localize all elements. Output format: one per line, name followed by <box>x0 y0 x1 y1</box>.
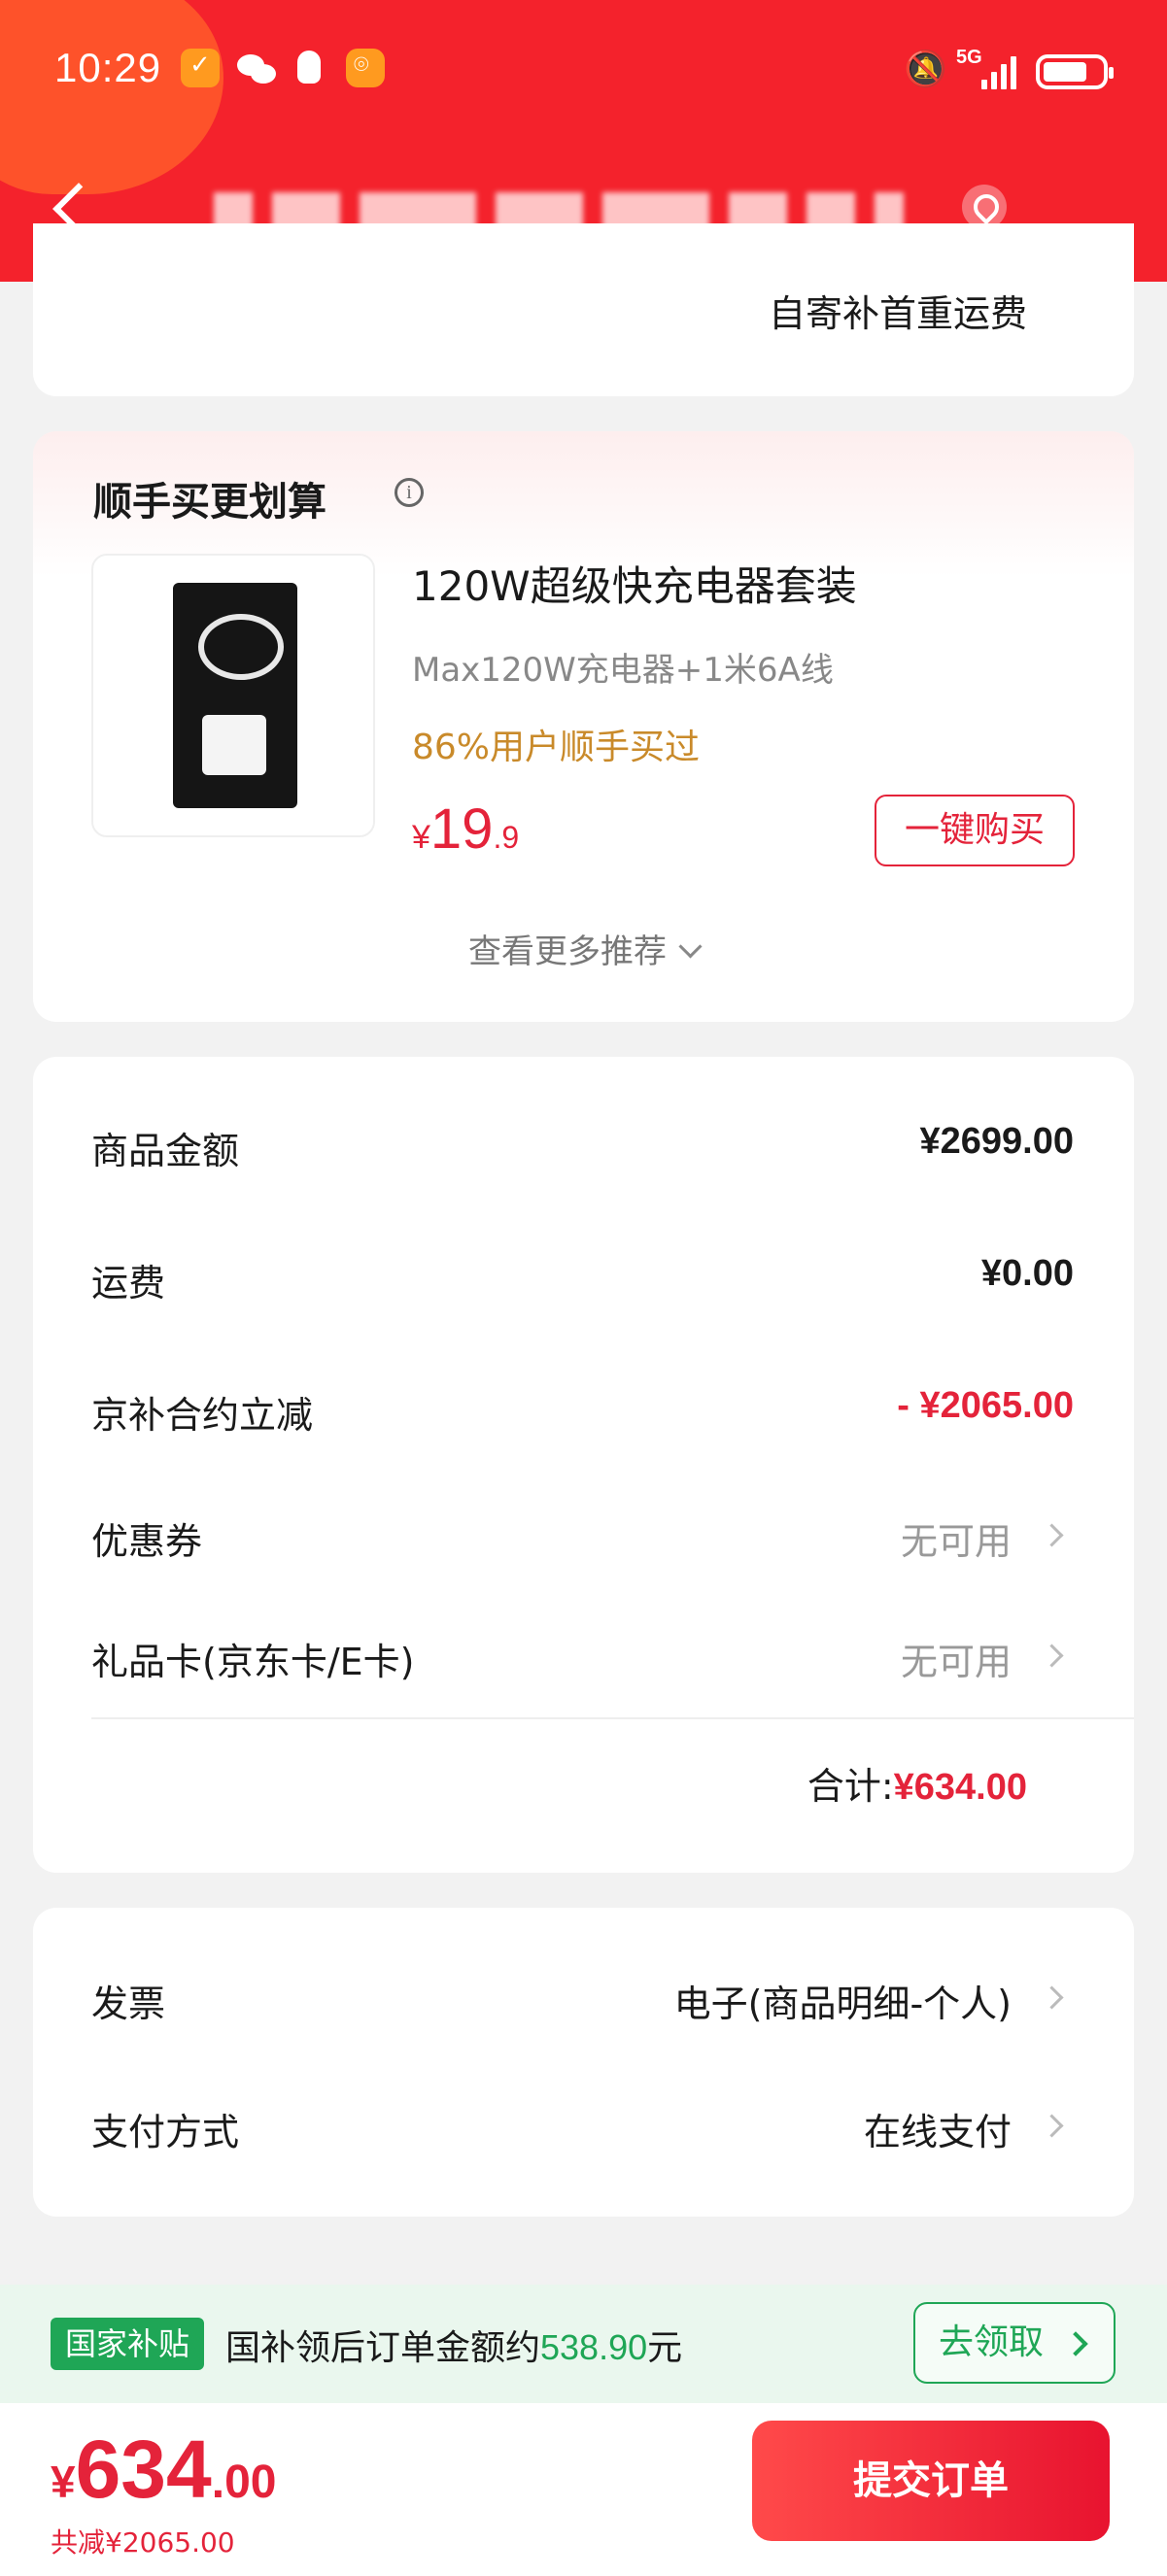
see-more-button[interactable]: 查看更多推荐 <box>33 925 1134 972</box>
subsidy-badge: 国家补贴 <box>51 2318 204 2370</box>
subsidy-text: 国补领后订单金额约538.90元 <box>225 2327 683 2368</box>
signal-icon <box>981 54 1024 89</box>
self-send-note: 自寄补首重运费 <box>768 292 1027 335</box>
shipping-card: 自寄补首重运费 <box>33 223 1134 396</box>
claim-label: 去领取 <box>939 2322 1045 2362</box>
wechat-icon <box>237 49 276 87</box>
recommend-card: 顺手买更划算 i 120W超级快充电器套装 Max120W充电器+1米6A线 8… <box>33 431 1134 1022</box>
invoice-card: 发票 电子(商品明细-个人) 支付方式 在线支付 <box>33 1908 1134 2217</box>
row-value: 无可用 <box>900 1641 1012 1683</box>
row-value: - ¥2065.00 <box>897 1385 1074 1426</box>
chevron-right-icon <box>1040 2114 1064 2138</box>
summary-row-goods: 商品金额 ¥2699.00 <box>91 1121 1074 1179</box>
chevron-right-icon <box>1040 1985 1064 2010</box>
see-more-label: 查看更多推荐 <box>468 932 667 971</box>
divider <box>91 1717 1134 1719</box>
summary-row-shipping: 运费 ¥0.00 <box>91 1253 1074 1311</box>
chevron-right-icon <box>1040 1523 1064 1547</box>
battery-icon <box>1036 54 1114 89</box>
product-buy-rate: 86%用户顺手买过 <box>412 728 701 767</box>
submit-order-button[interactable]: 提交订单 <box>752 2421 1110 2541</box>
product-name[interactable]: 120W超级快充电器套装 <box>412 554 857 613</box>
price-summary-card: 商品金额 ¥2699.00 运费 ¥0.00 京补合约立减 - ¥2065.00… <box>33 1057 1134 1873</box>
row-label: 礼品卡(京东卡/E卡) <box>91 1641 415 1683</box>
row-value: 在线支付 <box>863 2111 1012 2153</box>
status-time: 10:29 <box>54 45 162 90</box>
summary-row-giftcard[interactable]: 礼品卡(京东卡/E卡) 无可用 <box>91 1632 1074 1690</box>
subtotal-value: ¥634.00 <box>893 1767 1027 1808</box>
row-value: 电子(商品明细-个人) <box>673 1983 1012 2025</box>
row-label: 京补合约立减 <box>91 1394 314 1437</box>
row-label: 运费 <box>91 1262 166 1305</box>
buy-now-button[interactable]: 一键购买 <box>875 795 1075 866</box>
product-desc: Max120W充电器+1米6A线 <box>412 651 834 690</box>
payment-method-row[interactable]: 支付方式 在线支付 <box>91 2102 1074 2160</box>
row-label: 商品金额 <box>91 1130 240 1172</box>
network-label: 5G <box>956 47 982 68</box>
app-icon <box>346 49 385 87</box>
summary-row-coupon[interactable]: 优惠券 无可用 <box>91 1511 1074 1570</box>
qq-icon <box>290 49 328 87</box>
summary-row-subsidy: 京补合约立减 - ¥2065.00 <box>91 1385 1074 1443</box>
row-label: 优惠券 <box>91 1520 203 1563</box>
row-value: ¥2699.00 <box>919 1121 1075 1162</box>
total-discount: 共减¥2065.00 <box>51 2526 235 2559</box>
chevron-down-icon <box>678 934 703 959</box>
subtotal-label: 合计: <box>807 1765 894 1808</box>
chevron-right-icon <box>1040 1644 1064 1668</box>
status-bar: 10:29 🔕 5G <box>0 0 1167 146</box>
info-icon[interactable]: i <box>395 478 424 507</box>
subtotal: 合计:¥634.00 <box>807 1756 1027 1810</box>
product-price: ¥19.9 <box>412 797 520 861</box>
row-value: 无可用 <box>900 1520 1012 1563</box>
chevron-right-icon <box>1063 2331 1088 2356</box>
order-total: ¥634.00 <box>51 2423 277 2515</box>
claim-subsidy-button[interactable]: 去领取 <box>913 2302 1116 2384</box>
mute-icon: 🔕 <box>904 50 947 89</box>
checkout-bar: ¥634.00 共减¥2065.00 提交订单 <box>0 2403 1167 2576</box>
row-label: 支付方式 <box>91 2111 240 2153</box>
shield-check-icon <box>181 49 220 87</box>
recommend-title: 顺手买更划算 <box>93 480 326 525</box>
product-image[interactable] <box>91 554 375 837</box>
subsidy-bar: 国家补贴 国补领后订单金额约538.90元 去领取 <box>0 2285 1167 2403</box>
row-label: 发票 <box>91 1983 166 2025</box>
invoice-row[interactable]: 发票 电子(商品明细-个人) <box>91 1974 1074 2032</box>
row-value: ¥0.00 <box>980 1253 1074 1294</box>
